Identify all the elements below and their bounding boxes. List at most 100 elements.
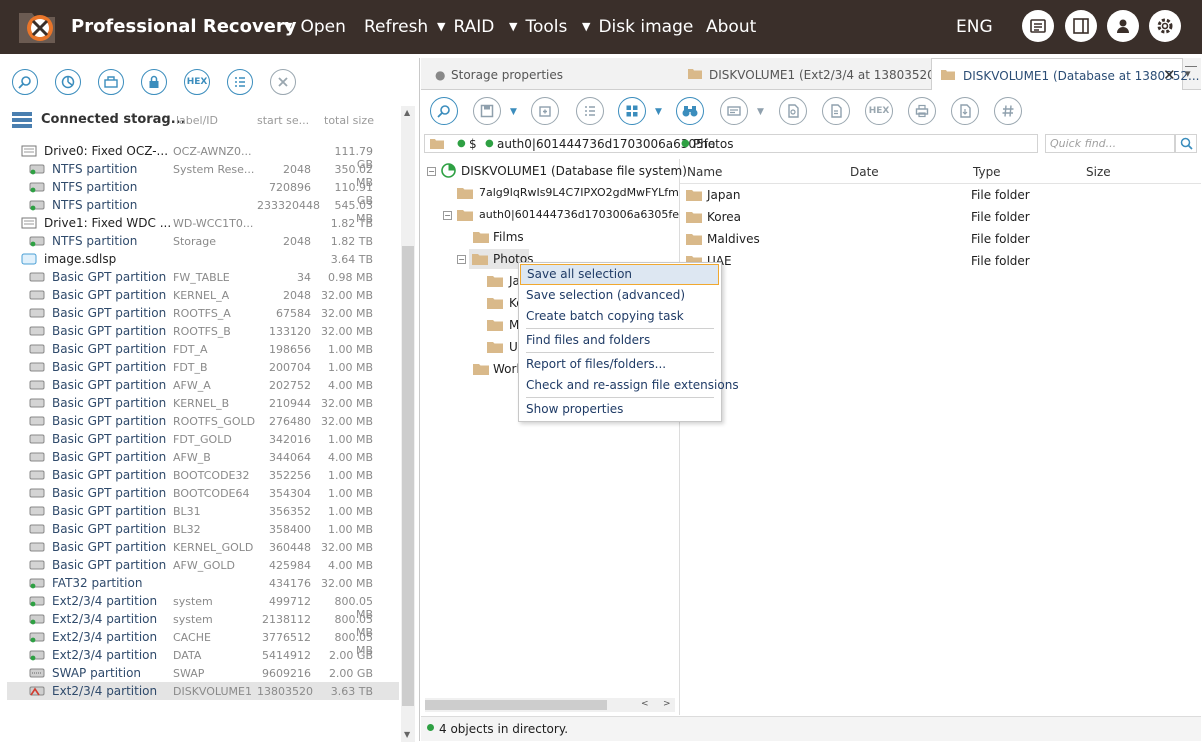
menu-save-all-selection[interactable]: Save all selection — [520, 264, 719, 285]
storage-row-image[interactable]: image.sdlsp 3.64 TB — [7, 250, 399, 268]
extract-button[interactable] — [951, 97, 979, 125]
storage-row-partition[interactable]: Basic GPT partition ROOTFS_GOLD 276480 32.0… — [7, 412, 399, 430]
menu-show-properties[interactable]: Show properties — [519, 399, 721, 420]
menu-disk-image[interactable]: ▼ Disk image — [582, 17, 693, 37]
storage-row-partition[interactable]: Basic GPT partition FDT_B 200704 1.00 MB — [7, 358, 399, 376]
col-name[interactable]: Name — [687, 165, 722, 179]
tree-scrollbar-thumb[interactable] — [425, 700, 607, 710]
lock-button[interactable] — [141, 69, 167, 95]
tree-node-auth0[interactable]: auth0|601444736d1703006a6305fe — [455, 205, 679, 225]
image-button[interactable] — [98, 69, 124, 95]
storage-row-partition[interactable]: Basic GPT partition KERNEL_B 210944 32.00 M… — [7, 394, 399, 412]
save-dropdown-icon[interactable]: ▼ — [510, 107, 517, 117]
collapse-icon[interactable]: − — [457, 255, 466, 264]
preview-button[interactable] — [720, 97, 748, 125]
settings-button[interactable] — [1149, 10, 1181, 42]
file-list-row[interactable]: Japan File folder — [680, 184, 1201, 206]
log-button[interactable] — [1022, 10, 1054, 42]
close-tab-icon[interactable]: ✕ — [1163, 66, 1176, 84]
storage-row-partition[interactable]: Basic GPT partition AFW_A 202752 4.00 MB — [7, 376, 399, 394]
col-size[interactable]: Size — [1086, 165, 1111, 179]
file-button[interactable] — [822, 97, 850, 125]
collapse-icon[interactable]: − — [427, 167, 436, 176]
scroll-right-icon[interactable]: > — [663, 699, 671, 709]
storage-row-partition[interactable]: Basic GPT partition ROOTFS_B 133120 32.00 M… — [7, 322, 399, 340]
storage-row-partition[interactable]: Basic GPT partition FDT_A 198656 1.00 MB — [7, 340, 399, 358]
save-button[interactable] — [473, 97, 501, 125]
storage-row-partition[interactable]: Basic GPT partition ROOTFS_A 67584 32.00 MB — [7, 304, 399, 322]
tree-node-root[interactable]: DISKVOLUME1 (Database file system) — [439, 161, 687, 181]
storage-scrollbar-thumb[interactable] — [402, 246, 414, 706]
storage-row-partition[interactable]: Basic GPT partition AFW_B 344064 4.00 MB — [7, 448, 399, 466]
col-total-size[interactable]: total size — [324, 114, 374, 127]
storage-row-partition[interactable]: Basic GPT partition AFW_GOLD 425984 4.00 MB — [7, 556, 399, 574]
scan-button[interactable] — [430, 97, 458, 125]
hex-button[interactable]: HEX — [184, 69, 210, 95]
menu-create-batch-task[interactable]: Create batch copying task — [519, 306, 721, 327]
scan-file-button[interactable] — [779, 97, 807, 125]
storage-row-partition[interactable]: NTFS partition 233320448 545.03 MB — [7, 196, 399, 225]
quick-find-input[interactable]: Quick find... — [1045, 134, 1175, 153]
col-start-sector[interactable]: start se... — [257, 114, 309, 127]
storage-row-partition[interactable]: FAT32 partition 434176 32.00 MB — [7, 574, 399, 592]
find-button[interactable] — [676, 97, 704, 125]
tree-node-films[interactable]: Films — [471, 227, 571, 247]
quick-find-button[interactable] — [1175, 134, 1197, 153]
col-date[interactable]: Date — [850, 165, 879, 179]
tab-diskvolume1-ext[interactable]: DISKVOLUME1 (Ext2/3/4 at 13803520 on... — [676, 58, 965, 89]
menu-find-files[interactable]: Find files and folders — [519, 330, 721, 351]
storage-row-drive[interactable]: Drive1: Fixed WDC ... WD-WCC1T0... 1.82 TB — [7, 214, 399, 232]
list-button[interactable] — [576, 97, 604, 125]
scan-button[interactable] — [12, 69, 38, 95]
tab-diskvolume1-database[interactable]: DISKVOLUME1 (Database at 1380352... ✕ — [931, 58, 1199, 90]
storage-row-partition[interactable]: Ext2/3/4 partition system 499712 800.05 MB — [7, 592, 399, 621]
hash-button[interactable] — [994, 97, 1022, 125]
menu-tools[interactable]: ▼ Tools — [509, 17, 567, 37]
menu-raid[interactable]: ▼ RAID — [437, 17, 494, 37]
print-button[interactable] — [908, 97, 936, 125]
list-button[interactable] — [227, 69, 253, 95]
language-selector[interactable]: ENG — [956, 17, 993, 37]
file-list-row[interactable]: UAE File folder — [680, 250, 1201, 272]
col-label-id[interactable]: label/ID — [176, 114, 218, 127]
view-button[interactable] — [618, 97, 646, 125]
menu-check-extensions[interactable]: Check and re-assign file extensions — [519, 375, 739, 396]
file-list-row[interactable]: Korea File folder — [680, 206, 1201, 228]
breadcrumb-photos[interactable]: Photos — [693, 137, 733, 151]
storage-row-partition[interactable]: Basic GPT partition FDT_GOLD 342016 1.00 MB — [7, 430, 399, 448]
storage-row-partition[interactable]: Basic GPT partition KERNEL_A 2048 32.00 MB — [7, 286, 399, 304]
menu-save-selection-advanced[interactable]: Save selection (advanced) — [519, 285, 721, 306]
storage-row-partition[interactable]: Basic GPT partition FW_TABLE 34 0.98 MB — [7, 268, 399, 286]
storage-scrollbar[interactable]: ▲ ▼ — [401, 106, 415, 742]
partition-button[interactable] — [55, 69, 81, 95]
close-storage-button[interactable] — [270, 69, 296, 95]
storage-row-partition[interactable]: NTFS partition Storage 2048 1.82 TB — [7, 232, 399, 250]
storage-row-partition[interactable]: Basic GPT partition BOOTCODE64 354304 1.00 … — [7, 484, 399, 502]
storage-row-partition[interactable]: Basic GPT partition BL31 356352 1.00 MB — [7, 502, 399, 520]
menu-refresh[interactable]: Refresh — [364, 17, 428, 37]
collapse-icon[interactable]: − — [443, 211, 452, 220]
scroll-left-icon[interactable]: < — [641, 699, 649, 709]
breadcrumb-root[interactable]: $ — [469, 137, 477, 151]
storage-row-partition[interactable]: SWAP partition SWAP 9609216 2.00 GB — [7, 664, 399, 682]
hex-button[interactable]: HEX — [865, 97, 893, 125]
storage-row-partition[interactable]: Ext2/3/4 partition system 2138112 800.05 MB — [7, 610, 399, 639]
user-button[interactable] — [1107, 10, 1139, 42]
storage-row-partition[interactable]: Ext2/3/4 partition DISKVOLUME1 13803520 3.6… — [7, 682, 399, 700]
storage-row-partition[interactable]: Basic GPT partition KERNEL_GOLD 360448 32.0… — [7, 538, 399, 556]
panel-toggle-button[interactable] — [1065, 10, 1097, 42]
menu-about[interactable]: About — [706, 17, 756, 37]
storage-row-partition[interactable]: Ext2/3/4 partition CACHE 3776512 800.05 MB — [7, 628, 399, 657]
storage-row-partition[interactable]: NTFS partition System Rese... 2048 350.02 M… — [7, 160, 399, 189]
tree-node-7alg[interactable]: 7alg9lqRwIs9L4C7IPXO2gdMwFYLfm6y@c — [455, 183, 679, 203]
storage-row-partition[interactable]: Basic GPT partition BOOTCODE32 352256 1.00 … — [7, 466, 399, 484]
menu-open[interactable]: ▼ Open — [284, 17, 346, 37]
storage-row-partition[interactable]: Ext2/3/4 partition DATA 5414912 2.00 GB — [7, 646, 399, 664]
storage-row-drive[interactable]: Drive0: Fixed OCZ-... OCZ-AWNZ0... 111.79 … — [7, 142, 399, 171]
menu-report[interactable]: Report of files/folders... — [519, 354, 721, 375]
scroll-down-icon[interactable]: ▼ — [404, 730, 410, 739]
file-list-row[interactable]: Maldives File folder — [680, 228, 1201, 250]
add-to-task-button[interactable] — [531, 97, 559, 125]
storage-row-partition[interactable]: Basic GPT partition BL32 358400 1.00 MB — [7, 520, 399, 538]
preview-dropdown-icon[interactable]: ▼ — [757, 107, 764, 117]
